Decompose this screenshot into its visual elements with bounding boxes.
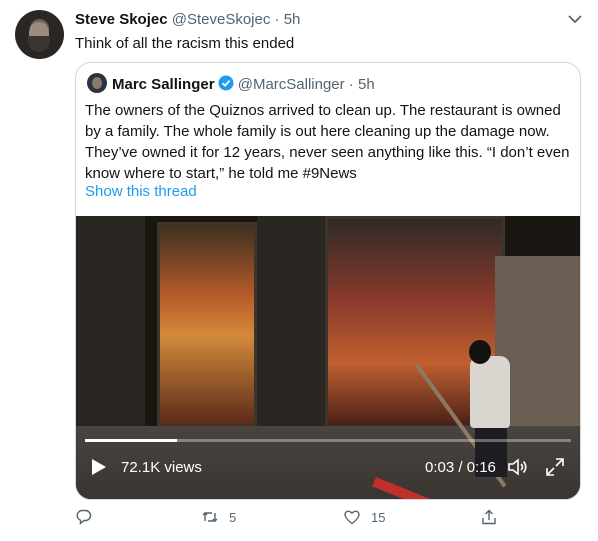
storefront-window-left bbox=[157, 222, 257, 428]
retweet-button[interactable]: 5 bbox=[201, 508, 236, 526]
quoted-tweet-text: The owners of the Quiznos arrived to cle… bbox=[85, 102, 570, 182]
author-name[interactable]: Steve Skojec bbox=[75, 11, 168, 28]
play-icon[interactable] bbox=[91, 458, 107, 476]
video-progress-bar[interactable] bbox=[85, 439, 571, 442]
verified-badge-icon bbox=[218, 75, 234, 91]
like-count: 15 bbox=[371, 509, 386, 525]
retweet-icon bbox=[202, 512, 218, 522]
share-button[interactable] bbox=[480, 508, 498, 526]
video-controls: 72.1K views 0:03 / 0:16 bbox=[76, 452, 580, 492]
reply-button[interactable] bbox=[75, 508, 93, 526]
heart-icon bbox=[344, 510, 360, 525]
like-button[interactable]: 15 bbox=[343, 508, 385, 526]
show-thread-link[interactable]: Show this thread bbox=[85, 183, 197, 200]
quoted-tweet-time: 5h bbox=[358, 76, 375, 93]
video-timecode: 0:03 / 0:16 bbox=[425, 459, 496, 476]
retweet-count: 5 bbox=[229, 509, 237, 525]
avatar-beard bbox=[28, 36, 50, 52]
quoted-author-handle: @MarcSallinger bbox=[237, 76, 345, 93]
video-progress-fill bbox=[85, 439, 178, 442]
storefront-pillar-middle bbox=[257, 216, 325, 436]
author-handle[interactable]: @SteveSkojec bbox=[172, 11, 271, 28]
tweet-actions: 5 15 bbox=[75, 508, 505, 534]
tweet[interactable]: Steve Skojec @SteveSkojec · 5h Think of … bbox=[0, 0, 598, 541]
quoted-separator-dot: · bbox=[348, 76, 354, 93]
author-avatar[interactable] bbox=[15, 10, 64, 59]
chevron-down-icon[interactable] bbox=[566, 12, 584, 26]
quoted-tweet[interactable]: Marc Sallinger @MarcSallinger · 5h The o… bbox=[75, 62, 581, 500]
person-body bbox=[470, 356, 510, 428]
volume-muted-icon[interactable] bbox=[507, 457, 529, 477]
person-head bbox=[469, 340, 491, 364]
separator-dot: · bbox=[274, 11, 280, 28]
quoted-tweet-header: Marc Sallinger @MarcSallinger · 5h bbox=[112, 75, 375, 93]
share-icon bbox=[482, 509, 496, 525]
tweet-header: Steve Skojec @SteveSkojec · 5h bbox=[75, 11, 300, 28]
quoted-author-name: Marc Sallinger bbox=[112, 76, 215, 93]
video-player[interactable]: 72.1K views 0:03 / 0:16 bbox=[76, 216, 580, 499]
fullscreen-icon[interactable] bbox=[545, 457, 565, 477]
tweet-text: Think of all the racism this ended bbox=[75, 35, 295, 52]
storefront-pillar-left bbox=[76, 216, 145, 436]
reply-icon bbox=[76, 509, 92, 526]
tweet-time[interactable]: 5h bbox=[284, 11, 301, 28]
quoted-author-avatar bbox=[87, 73, 107, 93]
video-views: 72.1K views bbox=[121, 459, 202, 476]
